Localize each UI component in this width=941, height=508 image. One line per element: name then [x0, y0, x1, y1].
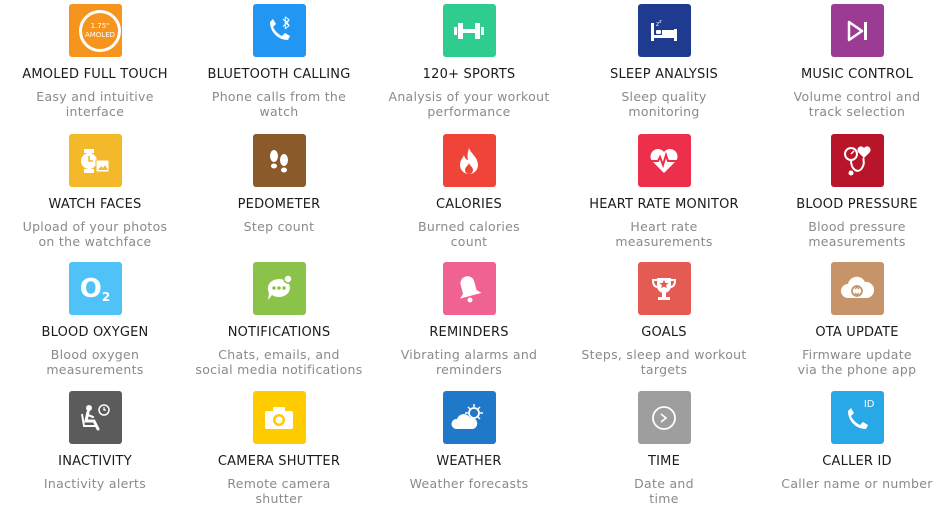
feature-title: CALORIES: [436, 197, 502, 212]
feature-title: 120+ SPORTS: [422, 67, 516, 82]
feature-title: SLEEP ANALYSIS: [610, 67, 718, 82]
amoled-display-icon: 1.75" AMOLED: [68, 4, 122, 57]
feature-desc: Sleep quality monitoring: [621, 89, 707, 119]
bed-icon: z z: [637, 4, 691, 57]
feature-title: BLOOD OXYGEN: [41, 325, 149, 340]
feature-title: WEATHER: [436, 454, 502, 469]
oxygen-icon: O2: [68, 262, 122, 315]
feature-title: BLUETOOTH CALLING: [207, 67, 351, 82]
feature-title: AMOLED FULL TOUCH: [22, 67, 168, 82]
feature-desc: Upload of your photos on the watchface: [22, 219, 168, 249]
oxygen-subscript: 2: [101, 290, 111, 304]
feature-inactivity: INACTIVITY Inactivity alerts: [0, 391, 190, 491]
feature-desc: Vibrating alarms and reminders: [400, 347, 538, 377]
feature-desc: Remote camera shutter: [227, 476, 331, 506]
feature-blood-pressure: BLOOD PRESSURE Blood pressure measuremen…: [762, 134, 941, 249]
feature-goals: GOALS Steps, sleep and workout targets: [569, 262, 759, 377]
feature-reminders: REMINDERS Vibrating alarms and reminders: [374, 262, 564, 377]
feature-desc: Easy and intuitive interface: [36, 89, 154, 119]
feature-camera-shutter: CAMERA SHUTTER Remote camera shutter: [184, 391, 374, 506]
feature-music: MUSIC CONTROL Volume control and track s…: [762, 4, 941, 119]
feature-title: NOTIFICATIONS: [227, 325, 331, 340]
feature-time: TIME Date and time: [569, 391, 759, 506]
trophy-icon: [637, 262, 691, 315]
feature-desc: Step count: [243, 219, 315, 234]
feature-caller-id: ID CALLER ID Caller name or number: [762, 391, 941, 491]
feature-desc: Firmware update via the phone app: [797, 347, 917, 377]
feature-desc: Burned calories count: [418, 219, 520, 249]
feature-desc: Inactivity alerts: [43, 476, 147, 491]
feature-pedometer: PEDOMETER Step count: [184, 134, 374, 234]
play-next-icon: [830, 4, 884, 57]
feature-desc: Steps, sleep and workout targets: [581, 347, 747, 377]
feature-bluetooth-calling: BLUETOOTH CALLING Phone calls from the w…: [184, 4, 374, 119]
feature-sports: 120+ SPORTS Analysis of your workout per…: [374, 4, 564, 119]
watch-photo-icon: [68, 134, 122, 187]
feature-title: INACTIVITY: [58, 454, 132, 469]
features-grid: 1.75" AMOLED AMOLED FULL TOUCH Easy and …: [0, 0, 941, 508]
amoled-size-label: 1.75": [90, 21, 110, 30]
heart-pulse-icon: [637, 134, 691, 187]
feature-desc: Date and time: [634, 476, 694, 506]
feature-desc: Weather forecasts: [409, 476, 529, 491]
dumbbell-icon: [442, 4, 496, 57]
feature-title: REMINDERS: [429, 325, 509, 340]
feature-weather: WEATHER Weather forecasts: [374, 391, 564, 491]
caller-id-badge: ID: [863, 399, 875, 410]
bell-icon: [442, 262, 496, 315]
feature-desc: Volume control and track selection: [793, 89, 921, 119]
feature-desc: Analysis of your workout performance: [388, 89, 550, 119]
bluetooth-phone-icon: [252, 4, 306, 57]
feature-title: CAMERA SHUTTER: [217, 454, 341, 469]
feature-title: MUSIC CONTROL: [800, 67, 914, 82]
cloud-sync-icon: [830, 262, 884, 315]
feature-blood-oxygen: O2 BLOOD OXYGEN Blood oxygen measurement…: [0, 262, 190, 377]
feature-watch-faces: WATCH FACES Upload of your photos on the…: [0, 134, 190, 249]
feature-title: WATCH FACES: [48, 197, 142, 212]
flame-icon: [442, 134, 496, 187]
feature-title: TIME: [647, 454, 680, 469]
feature-desc: Chats, emails, and social media notifica…: [195, 347, 363, 377]
feature-desc: Blood pressure measurements: [808, 219, 906, 249]
caller-id-icon: ID: [830, 391, 884, 444]
footprints-icon: [252, 134, 306, 187]
weather-icon: [442, 391, 496, 444]
feature-title: OTA UPDATE: [815, 325, 899, 340]
feature-title: CALLER ID: [822, 454, 892, 469]
feature-amoled: 1.75" AMOLED AMOLED FULL TOUCH Easy and …: [0, 4, 190, 119]
feature-ota-update: OTA UPDATE Firmware update via the phone…: [762, 262, 941, 377]
clock-icon: [637, 391, 691, 444]
chat-bubble-icon: [252, 262, 306, 315]
feature-desc: Heart rate measurements: [615, 219, 713, 249]
svg-text:z: z: [659, 19, 662, 25]
feature-calories: CALORIES Burned calories count: [374, 134, 564, 249]
feature-title: HEART RATE MONITOR: [589, 197, 739, 212]
oxygen-symbol: O: [79, 273, 102, 304]
camera-icon: [252, 391, 306, 444]
amoled-ring: 1.75" AMOLED: [79, 9, 121, 52]
feature-title: PEDOMETER: [237, 197, 321, 212]
feature-sleep: z z SLEEP ANALYSIS Sleep quality monitor…: [569, 4, 759, 119]
feature-desc: Phone calls from the watch: [211, 89, 347, 119]
feature-desc: Caller name or number: [781, 476, 933, 491]
sitting-person-icon: [68, 391, 122, 444]
feature-heart-rate: HEART RATE MONITOR Heart rate measuremen…: [569, 134, 759, 249]
feature-notifications: NOTIFICATIONS Chats, emails, and social …: [184, 262, 374, 377]
feature-title: BLOOD PRESSURE: [796, 197, 918, 212]
feature-desc: Blood oxygen measurements: [46, 347, 144, 377]
feature-title: GOALS: [641, 325, 687, 340]
blood-pressure-icon: [830, 134, 884, 187]
amoled-badge-label: AMOLED: [84, 30, 116, 39]
